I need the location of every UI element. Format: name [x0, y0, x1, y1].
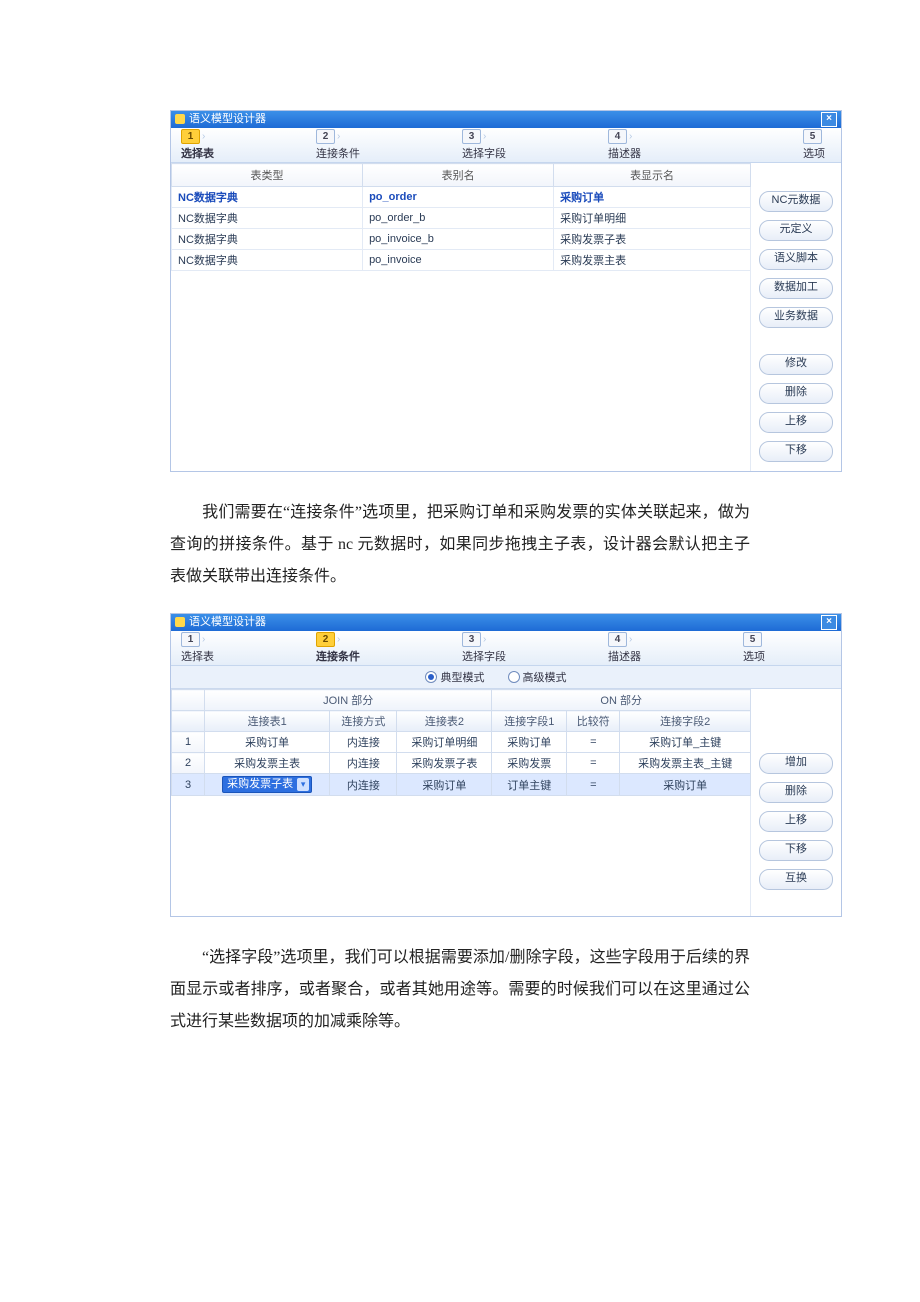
- body-paragraph-1: 我们需要在“连接条件”选项里，把采购订单和采购发票的实体关联起来，做为查询的拼接…: [170, 497, 750, 593]
- selected-tables-grid[interactable]: 表类型 表别名 表显示名 NC数据字典 po_order 采购订单 NC数据字典: [171, 163, 751, 271]
- mode-typical-radio[interactable]: 典型模式: [425, 671, 504, 683]
- col-f2: 连接字段2: [620, 711, 751, 732]
- step-3[interactable]: 3› 选择字段: [456, 631, 512, 665]
- business-data-button[interactable]: 业务数据: [759, 307, 833, 328]
- group-on: ON 部分: [492, 690, 751, 711]
- step-3[interactable]: 3› 选择字段: [456, 128, 512, 162]
- designer-window-2: 语义模型设计器 × 1› 选择表 2› 连接条件 3› 选择字段 4› 描述器: [170, 613, 842, 917]
- col-t2: 连接表2: [397, 711, 492, 732]
- join-row[interactable]: 1 采购订单 内连接 采购订单明细 采购订单 = 采购订单_主键: [172, 732, 751, 753]
- add-button[interactable]: 增加: [759, 753, 833, 774]
- wizard-steps: 1› 选择表 2› 连接条件 3› 选择字段 4› 描述器 5 选项: [171, 128, 841, 163]
- step-5[interactable]: 5 选项: [797, 128, 831, 162]
- titlebar: 语义模型设计器 ×: [171, 111, 841, 128]
- step-2[interactable]: 2› 连接条件: [310, 128, 366, 162]
- chevron-right-icon: ›: [483, 131, 486, 142]
- join-row[interactable]: 2 采购发票主表 内连接 采购发票子表 采购发票 = 采购发票主表_主键: [172, 753, 751, 774]
- app-icon: [175, 617, 185, 627]
- move-up-button[interactable]: 上移: [759, 412, 833, 433]
- step-2[interactable]: 2› 连接条件: [310, 631, 366, 665]
- join-grid[interactable]: JOIN 部分 ON 部分 连接表1 连接方式 连接表2 连接字段1 比较符 连…: [171, 689, 751, 796]
- col-f1: 连接字段1: [492, 711, 567, 732]
- chevron-right-icon: ›: [629, 131, 632, 142]
- chevron-right-icon: ›: [202, 634, 205, 645]
- wizard-steps: 1› 选择表 2› 连接条件 3› 选择字段 4› 描述器 5 选项: [171, 631, 841, 666]
- designer-window-1: 语义模型设计器 × 1› 选择表 2› 连接条件 3› 选择字段 4› 描述器: [170, 110, 842, 472]
- radio-on-icon: [425, 671, 437, 683]
- chevron-down-icon: ▾: [297, 778, 309, 791]
- side-buttons: NC元数据 元定义 语义脚本 数据加工 业务数据 修改 删除 上移 下移: [751, 163, 841, 471]
- body-paragraph-2: “选择字段”选项里，我们可以根据需要添加/删除字段，这些字段用于后续的界面显示或…: [170, 942, 750, 1038]
- side-buttons: 增加 删除 上移 下移 互换: [751, 689, 841, 916]
- edit-button[interactable]: 修改: [759, 354, 833, 375]
- col-alias: 表别名: [363, 164, 554, 187]
- table-row[interactable]: NC数据字典 po_order 采购订单: [172, 187, 751, 208]
- col-mth: 连接方式: [330, 711, 397, 732]
- titlebar: 语义模型设计器 ×: [171, 614, 841, 631]
- chevron-right-icon: ›: [337, 131, 340, 142]
- delete-button[interactable]: 删除: [759, 383, 833, 404]
- move-down-button[interactable]: 下移: [759, 840, 833, 861]
- col-type: 表类型: [172, 164, 363, 187]
- delete-button[interactable]: 删除: [759, 782, 833, 803]
- nc-metadata-button[interactable]: NC元数据: [759, 191, 833, 212]
- step-1[interactable]: 1› 选择表: [175, 631, 220, 665]
- table-row[interactable]: NC数据字典 po_invoice 采购发票主表: [172, 250, 751, 271]
- join-row[interactable]: 3 采购发票子表▾ 内连接 采购订单 订单主键 = 采购订单: [172, 774, 751, 796]
- chevron-right-icon: ›: [629, 634, 632, 645]
- step-4[interactable]: 4› 描述器: [602, 128, 647, 162]
- step-5[interactable]: 5 选项: [737, 631, 771, 665]
- table-row[interactable]: NC数据字典 po_invoice_b 采购发票子表: [172, 229, 751, 250]
- table-area: 表类型 表别名 表显示名 NC数据字典 po_order 采购订单 NC数据字典: [171, 163, 751, 471]
- col-display: 表显示名: [554, 164, 751, 187]
- swap-button[interactable]: 互换: [759, 869, 833, 890]
- col-op: 比较符: [567, 711, 620, 732]
- chevron-right-icon: ›: [483, 634, 486, 645]
- mode-bar: 典型模式 高级模式: [171, 666, 841, 689]
- table1-combo[interactable]: 采购发票子表▾: [205, 774, 330, 796]
- table-row[interactable]: NC数据字典 po_order_b 采购订单明细: [172, 208, 751, 229]
- window-title: 语义模型设计器: [189, 113, 266, 125]
- step-4[interactable]: 4› 描述器: [602, 631, 647, 665]
- semantic-script-button[interactable]: 语义脚本: [759, 249, 833, 270]
- chevron-right-icon: ›: [202, 131, 205, 142]
- col-t1: 连接表1: [205, 711, 330, 732]
- mode-advanced-radio[interactable]: 高级模式: [508, 671, 587, 683]
- close-icon[interactable]: ×: [821, 112, 837, 127]
- group-join: JOIN 部分: [205, 690, 492, 711]
- move-up-button[interactable]: 上移: [759, 811, 833, 832]
- step-1[interactable]: 1› 选择表: [175, 128, 220, 162]
- window-title: 语义模型设计器: [189, 616, 266, 628]
- close-icon[interactable]: ×: [821, 615, 837, 630]
- chevron-right-icon: ›: [337, 634, 340, 645]
- app-icon: [175, 114, 185, 124]
- radio-off-icon: [508, 671, 520, 683]
- move-down-button[interactable]: 下移: [759, 441, 833, 462]
- meta-def-button[interactable]: 元定义: [759, 220, 833, 241]
- data-process-button[interactable]: 数据加工: [759, 278, 833, 299]
